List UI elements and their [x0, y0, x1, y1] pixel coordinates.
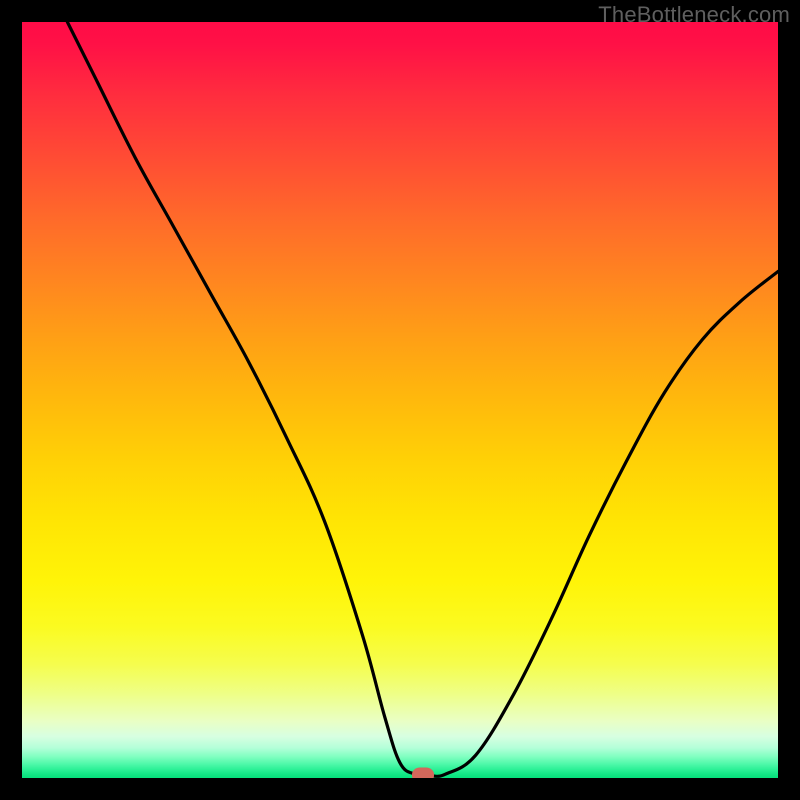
watermark-text: TheBottleneck.com — [598, 2, 790, 28]
bottleneck-curve — [22, 22, 778, 778]
plot-area — [22, 22, 778, 778]
curve-path — [67, 22, 778, 776]
chart-frame: TheBottleneck.com — [0, 0, 800, 800]
min-marker — [412, 767, 434, 778]
